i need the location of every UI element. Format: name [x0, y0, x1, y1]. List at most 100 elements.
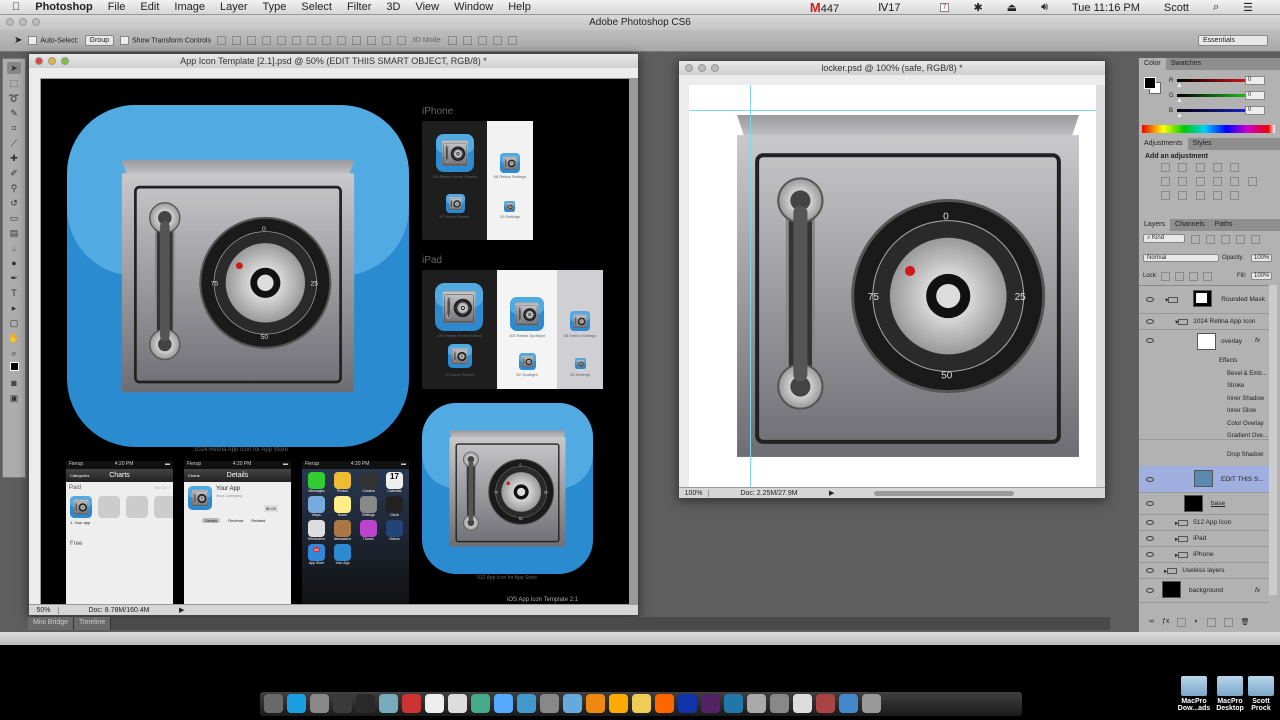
opacity-input[interactable]: 100%	[1251, 254, 1272, 262]
effect-color-overlay[interactable]: Color Overlay	[1227, 421, 1264, 427]
blend-mode-dropdown[interactable]: Normal	[1143, 254, 1219, 262]
dock-app-icon[interactable]	[563, 694, 582, 713]
desktop-folder[interactable]: MacProDow...ads	[1177, 676, 1211, 712]
align-vcenter-icon[interactable]	[232, 36, 241, 45]
tab-paths[interactable]: Paths	[1210, 219, 1238, 231]
spotlight-icon[interactable]: ⌕	[1213, 1, 1219, 14]
menu-filter[interactable]: Filter	[347, 1, 371, 13]
hand-tool-icon[interactable]: ✋	[7, 332, 21, 344]
hue-saturation-icon[interactable]	[1161, 177, 1170, 186]
channel-slider[interactable]	[1177, 79, 1249, 82]
filter-pixel-icon[interactable]	[1191, 235, 1200, 244]
dock-app-icon[interactable]	[839, 694, 858, 713]
tab-adjustments[interactable]: Adjustments	[1139, 138, 1188, 150]
dock-app-icon[interactable]	[471, 694, 490, 713]
visibility-eye-icon[interactable]	[1146, 552, 1154, 557]
gradient-map-icon[interactable]	[1230, 191, 1239, 200]
dock-app-icon[interactable]	[379, 694, 398, 713]
layer-row-selected[interactable]: EDIT THIS S...	[1139, 466, 1269, 493]
fx-icon[interactable]: fx	[1255, 587, 1260, 594]
link-layers-icon[interactable]: ∞	[1149, 618, 1154, 627]
visibility-eye-icon[interactable]	[1146, 568, 1154, 573]
dock-app-icon[interactable]	[448, 694, 467, 713]
channel-value[interactable]: 0	[1245, 91, 1265, 100]
visibility-eye-icon[interactable]	[1146, 297, 1154, 302]
crop-tool-icon[interactable]: ⌗	[7, 122, 21, 134]
move-tool-icon[interactable]: ➤	[14, 35, 22, 46]
filter-smart-icon[interactable]	[1251, 235, 1260, 244]
menu-photoshop[interactable]: Photoshop	[35, 1, 92, 13]
distribute-right-icon[interactable]	[382, 36, 391, 45]
shape-tool-icon[interactable]: ▢	[7, 317, 21, 329]
dock-app-icon[interactable]	[402, 694, 421, 713]
dock-app-icon[interactable]	[678, 694, 697, 713]
brightness-contrast-icon[interactable]	[1161, 163, 1170, 172]
color-balance-icon[interactable]	[1178, 177, 1187, 186]
healing-tool-icon[interactable]: ✚	[7, 152, 21, 164]
eject-icon[interactable]: ⏏	[1007, 1, 1017, 14]
canvas[interactable]: 1024 Retina App Icon for App Store iPhon…	[41, 79, 629, 605]
zoom-level[interactable]: 100%	[679, 490, 709, 497]
dock-app-icon[interactable]	[724, 694, 743, 713]
dock-app-icon[interactable]	[609, 694, 628, 713]
vibrance-icon[interactable]	[1230, 163, 1239, 172]
layer-row[interactable]: ▾1024 Retina App Icon	[1139, 314, 1269, 330]
effect-bevel-emboss[interactable]: Bevel & Emb...	[1227, 371, 1267, 377]
close-icon[interactable]	[6, 18, 14, 26]
3d-pan-icon[interactable]	[478, 36, 487, 45]
tab-channels[interactable]: Channels	[1170, 219, 1210, 231]
doc-size[interactable]: Doc: 2.25M/27.9M	[709, 490, 829, 497]
align-bottom-icon[interactable]	[247, 36, 256, 45]
tab-swatches[interactable]: Swatches	[1166, 58, 1206, 70]
align-left-icon[interactable]	[262, 36, 271, 45]
visibility-eye-icon[interactable]	[1146, 319, 1154, 324]
3d-slide-icon[interactable]	[493, 36, 502, 45]
effect-gradient-overlay[interactable]: Gradient Ove...	[1227, 433, 1268, 439]
bluetooth-icon[interactable]: ✱	[973, 1, 982, 14]
filter-shape-icon[interactable]	[1236, 235, 1245, 244]
path-select-tool-icon[interactable]: ▸	[7, 302, 21, 314]
apple-menu-icon[interactable]: 	[12, 1, 20, 13]
visibility-eye-icon[interactable]	[1146, 338, 1154, 343]
dock-app-icon[interactable]	[632, 694, 651, 713]
3d-scale-icon[interactable]	[508, 36, 517, 45]
3d-rotate-icon[interactable]	[448, 36, 457, 45]
quick-select-tool-icon[interactable]: ✎	[7, 107, 21, 119]
color-swatches-icon[interactable]	[7, 362, 21, 374]
clock[interactable]: Tue 11:16 PM	[1072, 2, 1140, 14]
align-right-icon[interactable]	[292, 36, 301, 45]
dock-app-icon[interactable]	[862, 694, 881, 713]
dock-app-icon[interactable]	[494, 694, 513, 713]
horizontal-scrollbar[interactable]	[874, 491, 1014, 496]
visibility-eye-icon[interactable]	[1146, 477, 1154, 482]
guide-horizontal[interactable]	[689, 110, 1098, 111]
filter-type-icon[interactable]	[1221, 235, 1230, 244]
menu-edit[interactable]: Edit	[140, 1, 159, 13]
dodge-tool-icon[interactable]: ●	[7, 257, 21, 269]
lock-position-icon[interactable]	[1189, 272, 1198, 281]
zoom-level[interactable]: 50%	[29, 607, 59, 614]
dock-app-icon[interactable]	[793, 694, 812, 713]
dock-app-icon[interactable]	[540, 694, 559, 713]
menu-layer[interactable]: Layer	[220, 1, 248, 13]
channel-value[interactable]: 0	[1245, 76, 1265, 85]
new-layer-icon[interactable]	[1224, 618, 1233, 627]
vertical-ruler[interactable]	[29, 68, 40, 604]
status-menu-arrow-icon[interactable]: ▶	[179, 606, 184, 614]
distribute-top-icon[interactable]	[307, 36, 316, 45]
fill-input[interactable]: 100%	[1251, 272, 1272, 280]
calendar-icon[interactable]: 7	[940, 3, 950, 12]
zoom-icon[interactable]	[711, 64, 719, 72]
gradient-tool-icon[interactable]: ▤	[7, 227, 21, 239]
3d-roll-icon[interactable]	[463, 36, 472, 45]
menu-help[interactable]: Help	[508, 1, 531, 13]
layer-row[interactable]: ▾Rounded Mask	[1139, 286, 1269, 314]
quick-mask-icon[interactable]: ◙	[7, 377, 21, 389]
dock-app-icon[interactable]	[333, 694, 352, 713]
tab-styles[interactable]: Styles	[1188, 138, 1217, 150]
distribute-bottom-icon[interactable]	[337, 36, 346, 45]
fx-icon[interactable]: fx	[1255, 337, 1260, 344]
document-title-bar[interactable]: App Icon Template [2.1].psd @ 50% (EDIT …	[29, 54, 638, 68]
channel-value[interactable]: 0	[1245, 106, 1265, 115]
screen-mode-icon[interactable]: ▣	[7, 392, 21, 404]
